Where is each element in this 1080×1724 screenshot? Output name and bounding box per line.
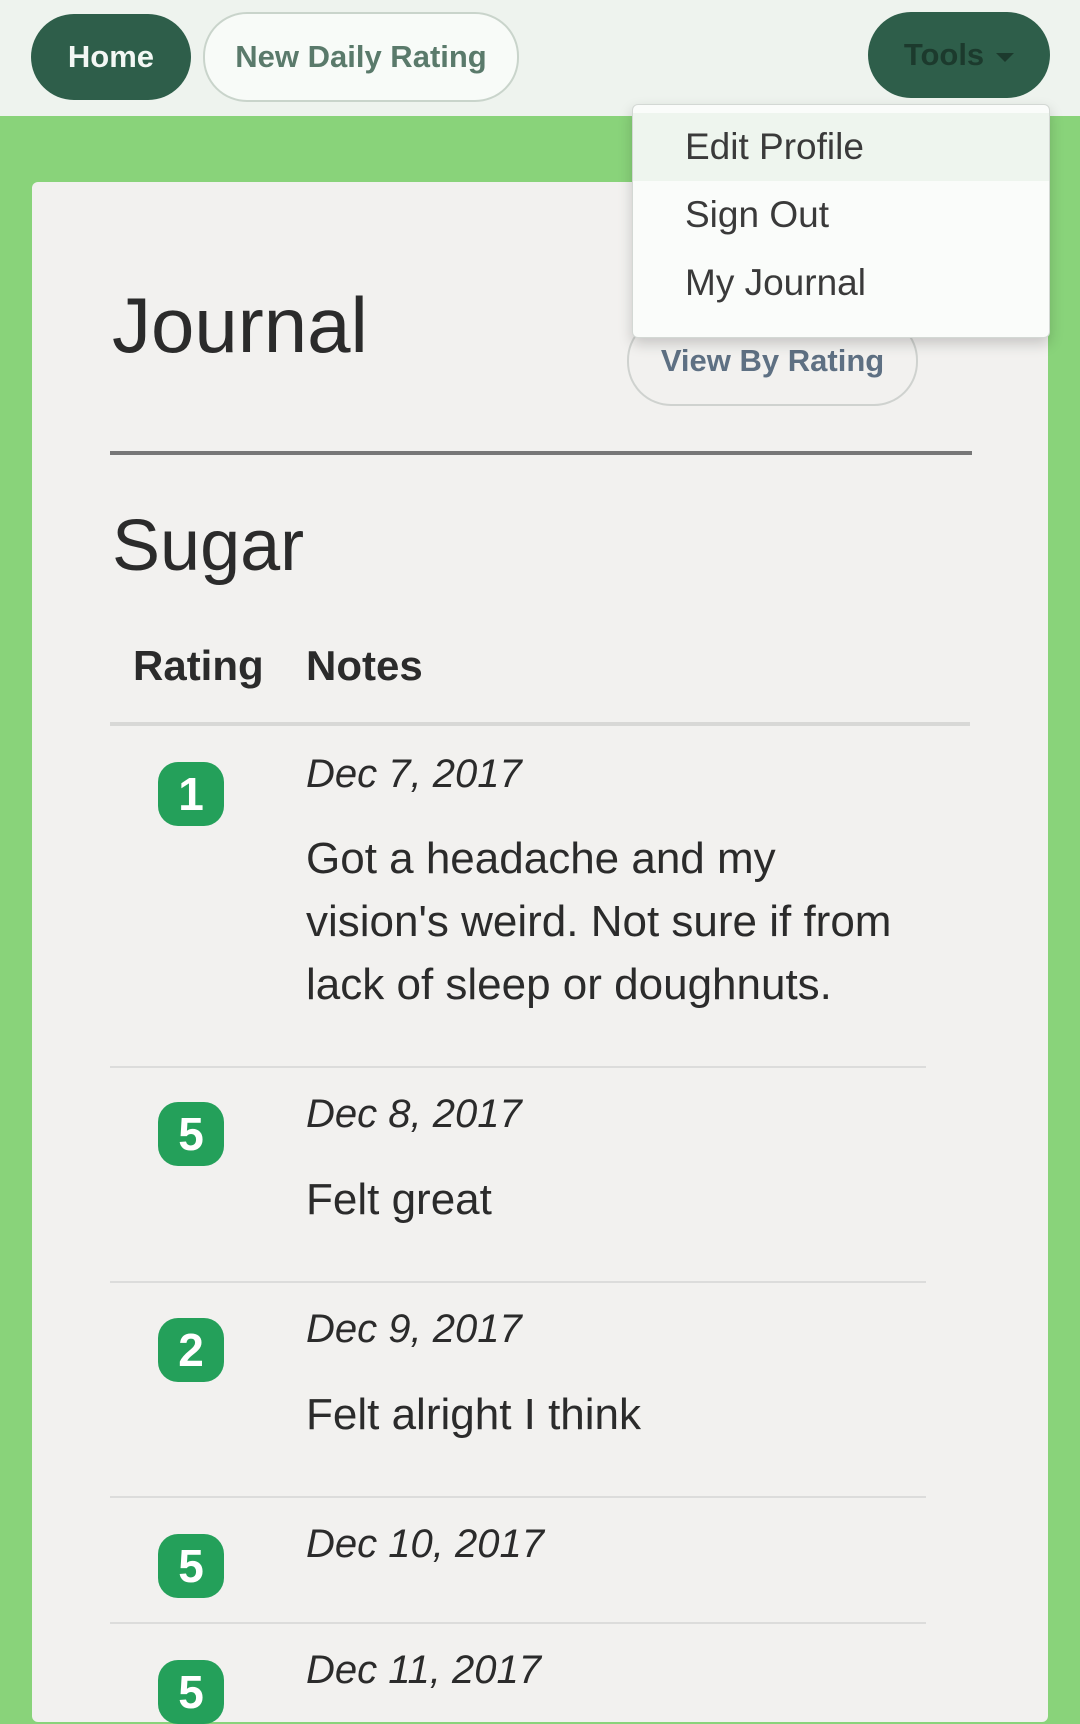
menu-item-sign-out[interactable]: Sign Out — [633, 181, 1049, 249]
caret-down-icon — [996, 52, 1015, 62]
entry-date: Dec 8, 2017 — [306, 1092, 522, 1136]
table-row: 5 Dec 8, 2017 Felt great — [110, 1068, 926, 1283]
page-title: Journal — [112, 281, 368, 369]
table-row: 2 Dec 9, 2017 Felt alright I think — [110, 1283, 926, 1498]
entry-date: Dec 9, 2017 — [306, 1307, 522, 1351]
rating-badge: 5 — [158, 1534, 224, 1598]
entry-date: Dec 10, 2017 — [306, 1522, 544, 1566]
rating-badge: 2 — [158, 1318, 224, 1382]
entry-note: Felt alright I think — [306, 1390, 642, 1439]
column-header-notes: Notes — [306, 642, 423, 689]
rating-badge: 5 — [158, 1660, 224, 1724]
new-daily-rating-button[interactable]: New Daily Rating — [203, 12, 519, 102]
entry-date: Dec 11, 2017 — [306, 1648, 541, 1692]
menu-item-my-journal[interactable]: My Journal — [633, 249, 1049, 317]
entry-note: Felt great — [306, 1175, 492, 1224]
column-header-rating: Rating — [133, 642, 264, 689]
table-row: 1 Dec 7, 2017 Got a headache and my visi… — [110, 726, 926, 1068]
rating-badge: 1 — [158, 762, 224, 826]
tools-dropdown-button[interactable]: Tools — [868, 12, 1050, 98]
table-row: 5 Dec 11, 2017 — [110, 1624, 926, 1724]
tools-label: Tools — [903, 37, 985, 72]
entry-note: Got a headache and my vision's weird. No… — [306, 834, 892, 1009]
title-divider — [110, 451, 972, 455]
tools-dropdown-menu: Edit Profile Sign Out My Journal — [632, 104, 1050, 338]
section-title: Sugar — [112, 506, 305, 586]
home-button[interactable]: Home — [31, 14, 191, 100]
rating-badge: 5 — [158, 1102, 224, 1166]
menu-item-edit-profile[interactable]: Edit Profile — [633, 113, 1049, 181]
entry-date: Dec 7, 2017 — [306, 752, 522, 796]
table-row: 5 Dec 10, 2017 — [110, 1498, 926, 1624]
